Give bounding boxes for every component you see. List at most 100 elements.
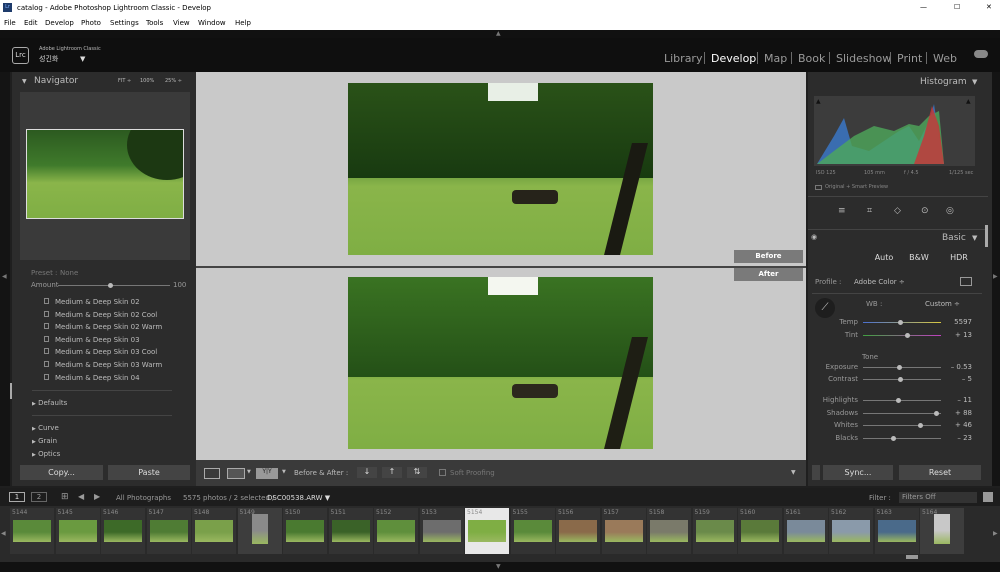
module-book[interactable]: Book bbox=[798, 52, 825, 65]
menu-photo[interactable]: Photo bbox=[81, 19, 101, 27]
close-button[interactable]: ✕ bbox=[986, 3, 992, 11]
film-thumbnail[interactable] bbox=[604, 520, 643, 542]
compare-view-icon[interactable] bbox=[227, 468, 245, 479]
reset-button[interactable]: Reset bbox=[899, 465, 981, 480]
module-slideshow[interactable]: Slideshow bbox=[836, 52, 891, 65]
preset-item[interactable]: Medium & Deep Skin 02 Warm bbox=[44, 323, 162, 331]
toolbar-menu-icon[interactable]: ▼ bbox=[791, 469, 796, 476]
slider-value[interactable]: + 13 bbox=[944, 331, 972, 339]
film-cell[interactable]: 5156 bbox=[556, 508, 600, 554]
film-cell[interactable]: 5145 bbox=[55, 508, 100, 554]
slider-track[interactable] bbox=[863, 377, 941, 382]
film-cell[interactable]: 5148 bbox=[192, 508, 236, 554]
module-map[interactable]: Map bbox=[764, 52, 787, 65]
film-thumbnail[interactable] bbox=[195, 520, 233, 542]
menu-develop[interactable]: Develop bbox=[45, 19, 74, 27]
film-cell[interactable]: 5157 bbox=[601, 508, 646, 554]
preset-group-grain[interactable]: ▶ Grain bbox=[32, 437, 57, 445]
film-thumbnail[interactable] bbox=[468, 520, 506, 542]
slider-knob[interactable] bbox=[898, 377, 904, 382]
menu-tools[interactable]: Tools bbox=[146, 19, 163, 27]
film-thumbnail[interactable] bbox=[877, 520, 916, 542]
navigator-header[interactable]: ▼ Navigator FIT ÷ 100% 25% ÷ bbox=[12, 72, 196, 90]
minimize-button[interactable]: — bbox=[920, 3, 927, 11]
menu-settings[interactable]: Settings bbox=[110, 19, 139, 27]
toggle-panel-switch[interactable] bbox=[812, 465, 820, 480]
film-cell[interactable]: 5160 bbox=[738, 508, 782, 554]
copy-button[interactable]: Copy... bbox=[20, 465, 103, 480]
preset-group-optics[interactable]: ▶ Optics bbox=[32, 450, 60, 458]
filter-dropdown[interactable]: Filters Off bbox=[899, 492, 977, 503]
module-develop[interactable]: Develop bbox=[711, 52, 756, 65]
preset-item[interactable]: Medium & Deep Skin 02 bbox=[44, 298, 140, 306]
after-image[interactable] bbox=[348, 277, 653, 449]
crop-icon[interactable]: ⌗ bbox=[867, 206, 872, 216]
menu-help[interactable]: Help bbox=[235, 19, 251, 27]
film-thumbnail[interactable] bbox=[786, 520, 825, 542]
navigator-image[interactable] bbox=[26, 129, 184, 219]
filmstrip-scroll-right-icon[interactable]: ▶ bbox=[993, 530, 998, 537]
film-cell[interactable]: 5155 bbox=[510, 508, 555, 554]
zoom-fit[interactable]: FIT ÷ bbox=[118, 78, 131, 84]
menu-window[interactable]: Window bbox=[198, 19, 226, 27]
compare-dropdown-icon[interactable]: ▼ bbox=[247, 469, 251, 475]
edit-sliders-icon[interactable]: ≡ bbox=[838, 206, 846, 216]
slider-track[interactable] bbox=[863, 423, 941, 428]
film-cell[interactable]: 5147 bbox=[146, 508, 191, 554]
preset-item[interactable]: Medium & Deep Skin 03 Cool bbox=[44, 348, 157, 356]
maximize-button[interactable]: ☐ bbox=[954, 3, 960, 11]
loupe-view-icon[interactable] bbox=[204, 468, 220, 479]
module-web[interactable]: Web bbox=[933, 52, 957, 65]
red-eye-icon[interactable]: ⊙ bbox=[921, 206, 929, 216]
zoom-25[interactable]: 25% ÷ bbox=[165, 78, 182, 84]
slider-knob[interactable] bbox=[891, 436, 897, 441]
user-caret-icon[interactable]: ▼ bbox=[80, 55, 85, 63]
page-2-button[interactable]: 2 bbox=[31, 492, 47, 502]
cloud-icon[interactable] bbox=[974, 50, 988, 58]
triangle-down-icon[interactable]: ▼ bbox=[972, 234, 977, 242]
profile-browser-icon[interactable] bbox=[960, 277, 972, 286]
auto-button[interactable]: Auto bbox=[869, 252, 899, 264]
hdr-button[interactable]: HDR bbox=[944, 252, 974, 264]
soft-proofing-checkbox[interactable] bbox=[439, 469, 446, 476]
slider-value[interactable]: – 5 bbox=[944, 375, 972, 383]
profile-dropdown[interactable]: Adobe Color ÷ bbox=[854, 278, 905, 286]
ba-dropdown-icon[interactable]: ▼ bbox=[282, 469, 286, 475]
film-thumbnail[interactable] bbox=[741, 520, 779, 542]
preset-item[interactable]: Medium & Deep Skin 03 bbox=[44, 335, 140, 344]
wb-eyedropper-icon[interactable]: ⟋ bbox=[815, 298, 835, 318]
back-arrow-icon[interactable]: ◀ bbox=[78, 492, 84, 501]
menu-view[interactable]: View bbox=[173, 19, 190, 27]
module-print[interactable]: Print bbox=[897, 52, 922, 65]
slider-value[interactable]: + 46 bbox=[944, 421, 972, 429]
filmstrip-scrollbar[interactable] bbox=[906, 555, 918, 559]
film-thumbnail[interactable] bbox=[695, 520, 734, 542]
menu-edit[interactable]: Edit bbox=[24, 19, 38, 27]
filmstrip-scroll-left-icon[interactable]: ◀ bbox=[1, 530, 6, 537]
copy-before-to-after-button[interactable]: ↓ bbox=[357, 467, 377, 478]
source-label[interactable]: All Photographs bbox=[116, 494, 171, 502]
module-library[interactable]: Library bbox=[664, 52, 702, 65]
navigator-preview[interactable] bbox=[20, 92, 190, 260]
slider-track[interactable] bbox=[863, 411, 941, 416]
slider-value[interactable]: 5597 bbox=[944, 318, 972, 326]
film-thumbnail[interactable] bbox=[513, 520, 552, 542]
slider-value[interactable]: – 0.53 bbox=[944, 363, 972, 371]
top-panel-toggle[interactable]: ▲ bbox=[0, 30, 1000, 38]
before-image[interactable] bbox=[348, 83, 653, 255]
slider-knob[interactable] bbox=[904, 333, 910, 338]
panel-visibility-icon[interactable]: ◉ bbox=[811, 233, 817, 241]
preset-item[interactable]: Medium & Deep Skin 04 bbox=[44, 373, 140, 382]
compare-divider[interactable] bbox=[196, 266, 806, 268]
triangle-down-icon[interactable]: ▼ bbox=[972, 78, 977, 86]
film-cell[interactable]: 5161 bbox=[783, 508, 828, 554]
film-thumbnail[interactable] bbox=[286, 520, 324, 542]
film-thumbnail[interactable] bbox=[650, 520, 688, 542]
film-cell[interactable]: 5144 bbox=[10, 508, 54, 554]
slider-value[interactable]: – 11 bbox=[944, 396, 972, 404]
swap-button[interactable]: ⇅ bbox=[407, 467, 427, 478]
histogram-chart[interactable]: ▲ ▲ bbox=[814, 96, 975, 166]
film-cell[interactable]: 5152 bbox=[374, 508, 418, 554]
film-thumbnail[interactable] bbox=[832, 520, 870, 542]
film-cell[interactable]: 5153 bbox=[419, 508, 464, 554]
